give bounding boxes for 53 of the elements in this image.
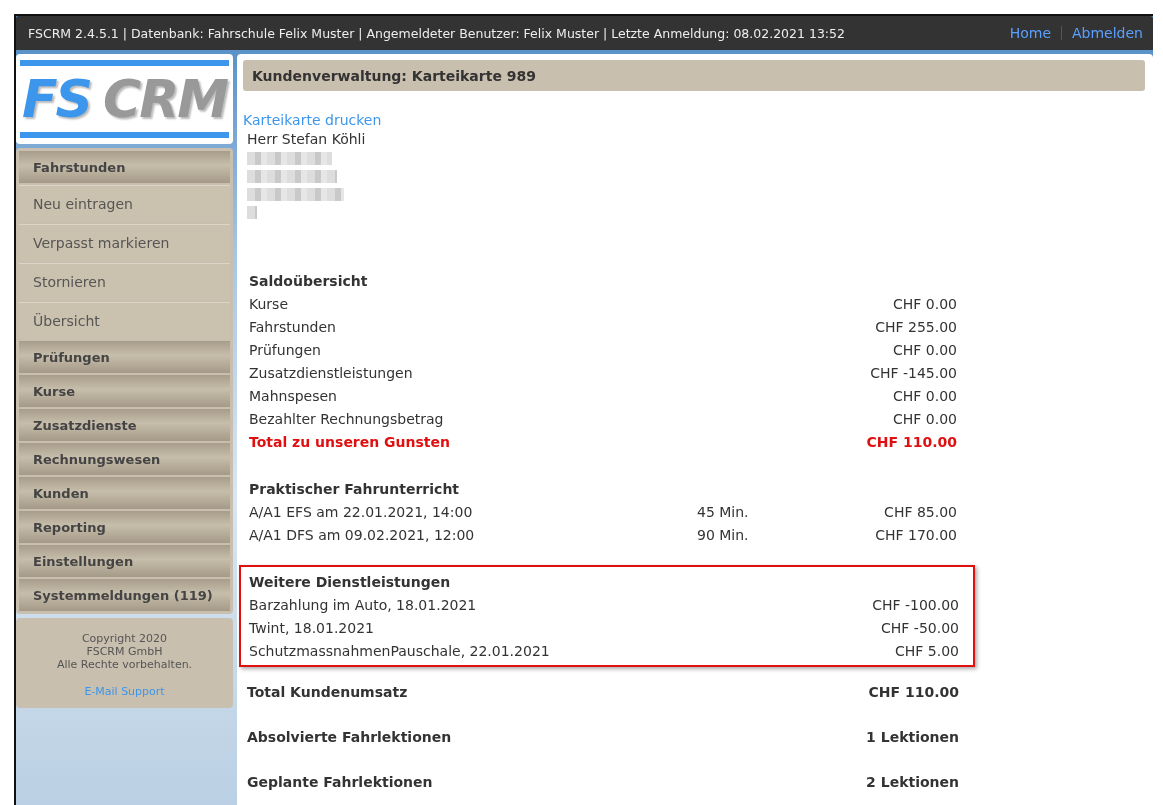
item-label: Prüfungen [249, 341, 322, 360]
summary-label: Total Kundenumsatz [247, 683, 408, 702]
menu-group[interactable]: Systemmeldungen (119) [19, 579, 230, 611]
menu-group[interactable]: Fahrstunden [19, 151, 230, 183]
total-label: Total zu unseren Gunsten [249, 433, 452, 452]
section-title: Praktischer Fahrunterricht [249, 480, 461, 499]
nav-link[interactable]: Abmelden [1072, 25, 1143, 41]
logo-text: CRM [103, 71, 227, 127]
item-label: Kurse [249, 295, 290, 314]
menu-group[interactable]: Zusatzdienste [19, 409, 230, 441]
total-amount: CHF 110.00 [865, 433, 957, 452]
nav-link[interactable]: Home [1009, 25, 1051, 41]
amount: CHF 5.00 [894, 642, 959, 661]
item-label: SchutzmassnahmenPauschale, 22.01.2021 [249, 642, 551, 661]
amount: CHF 0.00 [892, 295, 957, 314]
amount: CHF -50.00 [880, 619, 959, 638]
customer-name: Herr Stefan Köhli [247, 131, 367, 147]
menu-group[interactable]: Kurse [19, 375, 230, 407]
amount: CHF 85.00 [883, 503, 957, 522]
menu-group[interactable]: Reporting [19, 511, 230, 543]
item-label: Bezahlter Rechnungsbetrag [249, 410, 445, 429]
duration: 45 Min. [697, 503, 750, 522]
amount: CHF 0.00 [892, 387, 957, 406]
page-title: Kundenverwaltung: Karteikarte 989 [243, 60, 1145, 91]
item-label: A/A1 DFS am 09.02.2021, 12:00 [249, 526, 476, 545]
item-label: A/A1 EFS am 22.01.2021, 14:00 [249, 503, 474, 522]
logo-text: FS [22, 71, 91, 127]
item-label: Barzahlung im Auto, 18.01.2021 [249, 596, 478, 615]
menu-group[interactable]: Rechnungswesen [19, 443, 230, 475]
duration: 90 Min. [697, 526, 750, 545]
item-label: Fahrstunden [249, 318, 337, 337]
summary-label: Absolvierte Fahrlektionen [247, 728, 452, 747]
menu-group[interactable]: Einstellungen [19, 545, 230, 577]
amount: CHF -100.00 [871, 596, 959, 615]
summary-value: 2 Lektionen [866, 773, 959, 792]
item-label: Mahnspesen [249, 387, 338, 406]
section-title: Weitere Dienstleistungen [249, 573, 452, 592]
item-label: Zusatzdienstleistungen [249, 364, 414, 383]
copyright-text: Copyright 2020 FSCRM GmbH Alle Rechte vorbehalten. [56, 632, 193, 671]
amount: CHF 170.00 [874, 526, 957, 545]
amount: CHF 0.00 [892, 410, 957, 429]
section-title: Saldoübersicht [249, 272, 369, 291]
summary-value: CHF 110.00 [868, 683, 959, 702]
summary-value: 1 Lektionen [866, 728, 959, 747]
print-link[interactable]: Karteikarte drucken [243, 112, 382, 128]
item-label: Twint, 18.01.2021 [249, 619, 375, 638]
amount: CHF 0.00 [892, 341, 957, 360]
menu-group[interactable]: Prüfungen [19, 341, 230, 373]
amount: CHF -145.00 [869, 364, 957, 383]
menu-group[interactable]: Kunden [19, 477, 230, 509]
summary-label: Geplante Fahrlektionen [247, 773, 433, 792]
amount: CHF 255.00 [874, 318, 957, 337]
session-info: FSCRM 2.4.5.1 | Datenbank: Fahrschule Felix Muster | Angemeldeter Benutzer: Felix Muster | Letzte Anmeldung: 08.02.2021 13:52 [28, 25, 845, 41]
